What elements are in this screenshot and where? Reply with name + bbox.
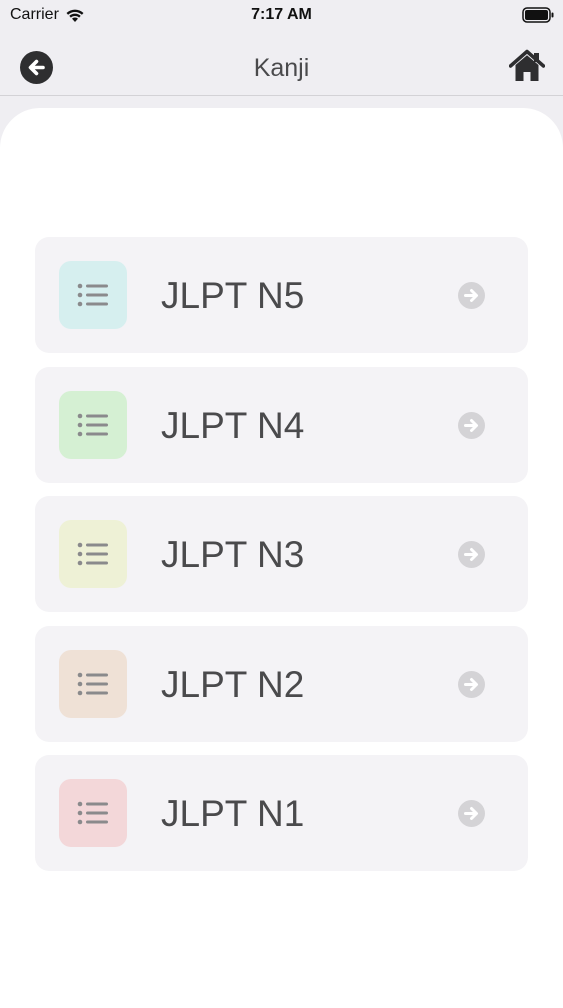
list-icon — [77, 542, 108, 566]
level-card-jlpt-n2[interactable]: JLPT N2 — [35, 625, 528, 742]
level-label: JLPT N2 — [161, 663, 305, 705]
level-card-jlpt-n5[interactable]: JLPT N5 — [35, 237, 528, 353]
level-icon-tile — [59, 520, 127, 588]
level-icon-tile — [59, 779, 127, 847]
home-icon — [508, 49, 546, 81]
level-icon-tile — [59, 649, 127, 718]
level-icon-tile — [59, 261, 127, 329]
jlpt-level-list: JLPT N5 JLPT N4 JLPT N3 JLPT N2 JLPT N1 — [35, 237, 528, 885]
level-label: JLPT N5 — [161, 275, 305, 316]
level-label: JLPT N4 — [161, 404, 305, 446]
status-bar: Carrier 7:17 AM — [0, 0, 563, 30]
arrow-right-circle-icon — [458, 800, 485, 827]
arrow-right-circle-icon — [458, 541, 485, 568]
level-card-jlpt-n3[interactable]: JLPT N3 — [35, 496, 528, 612]
list-icon — [77, 801, 108, 825]
level-card-jlpt-n4[interactable]: JLPT N4 — [35, 366, 528, 483]
page-title: Kanji — [253, 54, 310, 82]
level-label: JLPT N1 — [161, 793, 305, 834]
level-label: JLPT N3 — [161, 534, 305, 575]
arrow-right-circle-icon — [458, 411, 485, 439]
arrow-right-circle-icon — [458, 670, 485, 698]
level-card-jlpt-n1[interactable]: JLPT N1 — [35, 755, 528, 871]
arrow-right-circle-icon — [458, 282, 485, 309]
list-icon — [77, 672, 108, 695]
status-time: 7:17 AM — [251, 6, 312, 23]
list-icon — [77, 283, 108, 307]
navigation-bar: Kanji — [0, 30, 563, 96]
list-icon — [77, 413, 108, 436]
level-icon-tile — [59, 390, 127, 459]
battery-icon — [522, 7, 554, 23]
home-button[interactable] — [508, 48, 546, 84]
